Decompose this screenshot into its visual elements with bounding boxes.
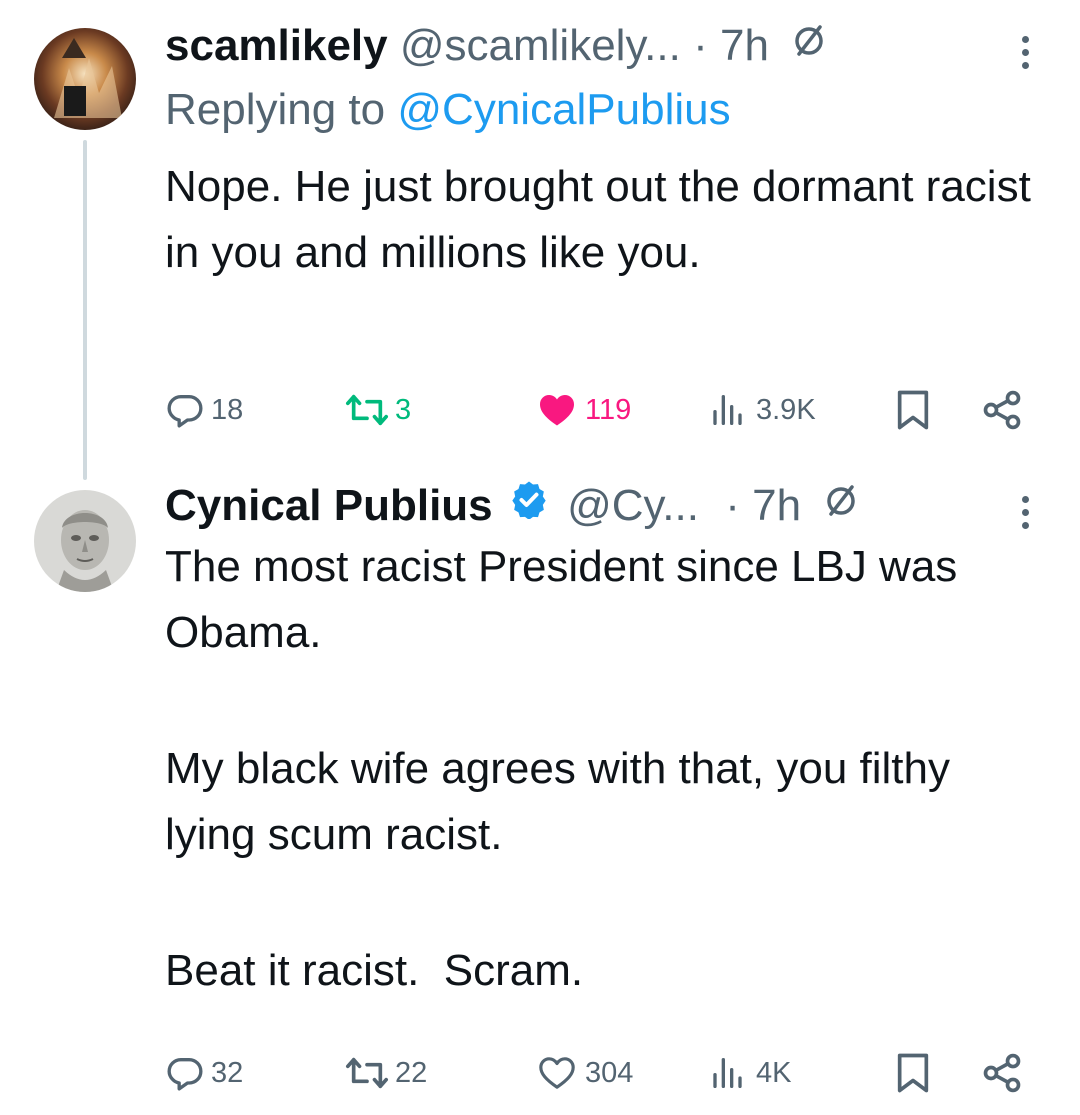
- bookmark-icon: [897, 390, 929, 430]
- bookmark-icon: [897, 1053, 929, 1093]
- tweet-header: scamlikely @scamlikely... · 7h: [165, 20, 827, 74]
- tweet-paragraph: My black wife agrees with that, you filt…: [165, 744, 950, 859]
- avatar-image: [34, 490, 136, 592]
- avatar-image: [34, 28, 136, 130]
- tweet-header: Cynical Publius @Cy... · 7h: [165, 480, 859, 534]
- reply-button[interactable]: 32: [165, 1048, 243, 1098]
- views-icon: [713, 395, 742, 425]
- timestamp[interactable]: 7h: [752, 481, 801, 530]
- views-icon: [713, 1058, 742, 1088]
- retweet-count: 3: [395, 393, 412, 426]
- more-vertical-icon[interactable]: [1022, 496, 1032, 535]
- thread-line: [83, 140, 87, 480]
- retweet-icon: [346, 1057, 388, 1089]
- tweet-text: The most racist President since LBJ was …: [165, 534, 1045, 1004]
- retweet-button[interactable]: 22: [345, 1048, 427, 1098]
- share-button[interactable]: [980, 1048, 1024, 1098]
- tweet-cynical-publius[interactable]: Cynical Publius @Cy... · 7h The most rac…: [0, 480, 1080, 1115]
- reply-count: 32: [211, 1056, 244, 1089]
- bookmark-button[interactable]: [893, 385, 933, 435]
- views-button[interactable]: 4K: [710, 1048, 791, 1098]
- reply-icon: [167, 395, 203, 428]
- avatar[interactable]: [34, 28, 136, 130]
- separator: ·: [693, 21, 708, 70]
- share-button[interactable]: [980, 385, 1024, 435]
- avatar[interactable]: [34, 490, 136, 592]
- bookmark-button[interactable]: [893, 1048, 933, 1098]
- share-icon: [983, 1053, 1021, 1093]
- tweet-text: Nope. He just brought out the dormant ra…: [165, 154, 1045, 286]
- action-bar: 18 3 119 3.9K: [165, 385, 1030, 435]
- views-button[interactable]: 3.9K: [710, 385, 816, 435]
- like-button[interactable]: 119: [535, 385, 631, 435]
- user-handle[interactable]: @Cy...: [567, 481, 699, 530]
- retweet-count: 22: [395, 1056, 428, 1089]
- verified-badge-icon: [509, 479, 549, 531]
- user-handle[interactable]: @scamlikely...: [400, 21, 681, 70]
- display-name[interactable]: scamlikely: [165, 21, 388, 70]
- replying-handle-link[interactable]: @CynicalPublius: [397, 85, 730, 134]
- tweet-scamlikely[interactable]: scamlikely @scamlikely... · 7h Replying …: [0, 0, 1080, 480]
- reply-button[interactable]: 18: [165, 385, 243, 435]
- reply-count: 18: [211, 393, 244, 426]
- tweet-paragraph: The most racist President since LBJ was …: [165, 542, 958, 657]
- replying-label: Replying to: [165, 85, 386, 134]
- like-count: 119: [585, 393, 632, 426]
- heart-outline-icon: [539, 1057, 575, 1089]
- tweet-paragraph: Nope. He just brought out the dormant ra…: [165, 162, 1031, 277]
- display-name[interactable]: Cynical Publius: [165, 481, 493, 530]
- like-button[interactable]: 304: [535, 1048, 633, 1098]
- action-bar: 32 22 304 4K: [165, 1048, 1030, 1098]
- timestamp[interactable]: 7h: [720, 21, 769, 70]
- globe-slash-icon: [791, 19, 827, 71]
- reply-icon: [167, 1058, 203, 1091]
- share-icon: [983, 390, 1021, 430]
- tweet-paragraph: Beat it racist. Scram.: [165, 946, 584, 995]
- globe-slash-icon: [823, 479, 859, 531]
- more-vertical-icon[interactable]: [1022, 36, 1032, 75]
- separator: ·: [725, 481, 740, 530]
- heart-filled-icon: [540, 395, 574, 426]
- retweet-icon: [346, 394, 388, 426]
- like-count: 304: [585, 1056, 634, 1089]
- view-count: 3.9K: [756, 393, 816, 426]
- retweet-button[interactable]: 3: [345, 385, 411, 435]
- view-count: 4K: [756, 1056, 792, 1089]
- replying-to: Replying to @CynicalPublius: [165, 84, 731, 136]
